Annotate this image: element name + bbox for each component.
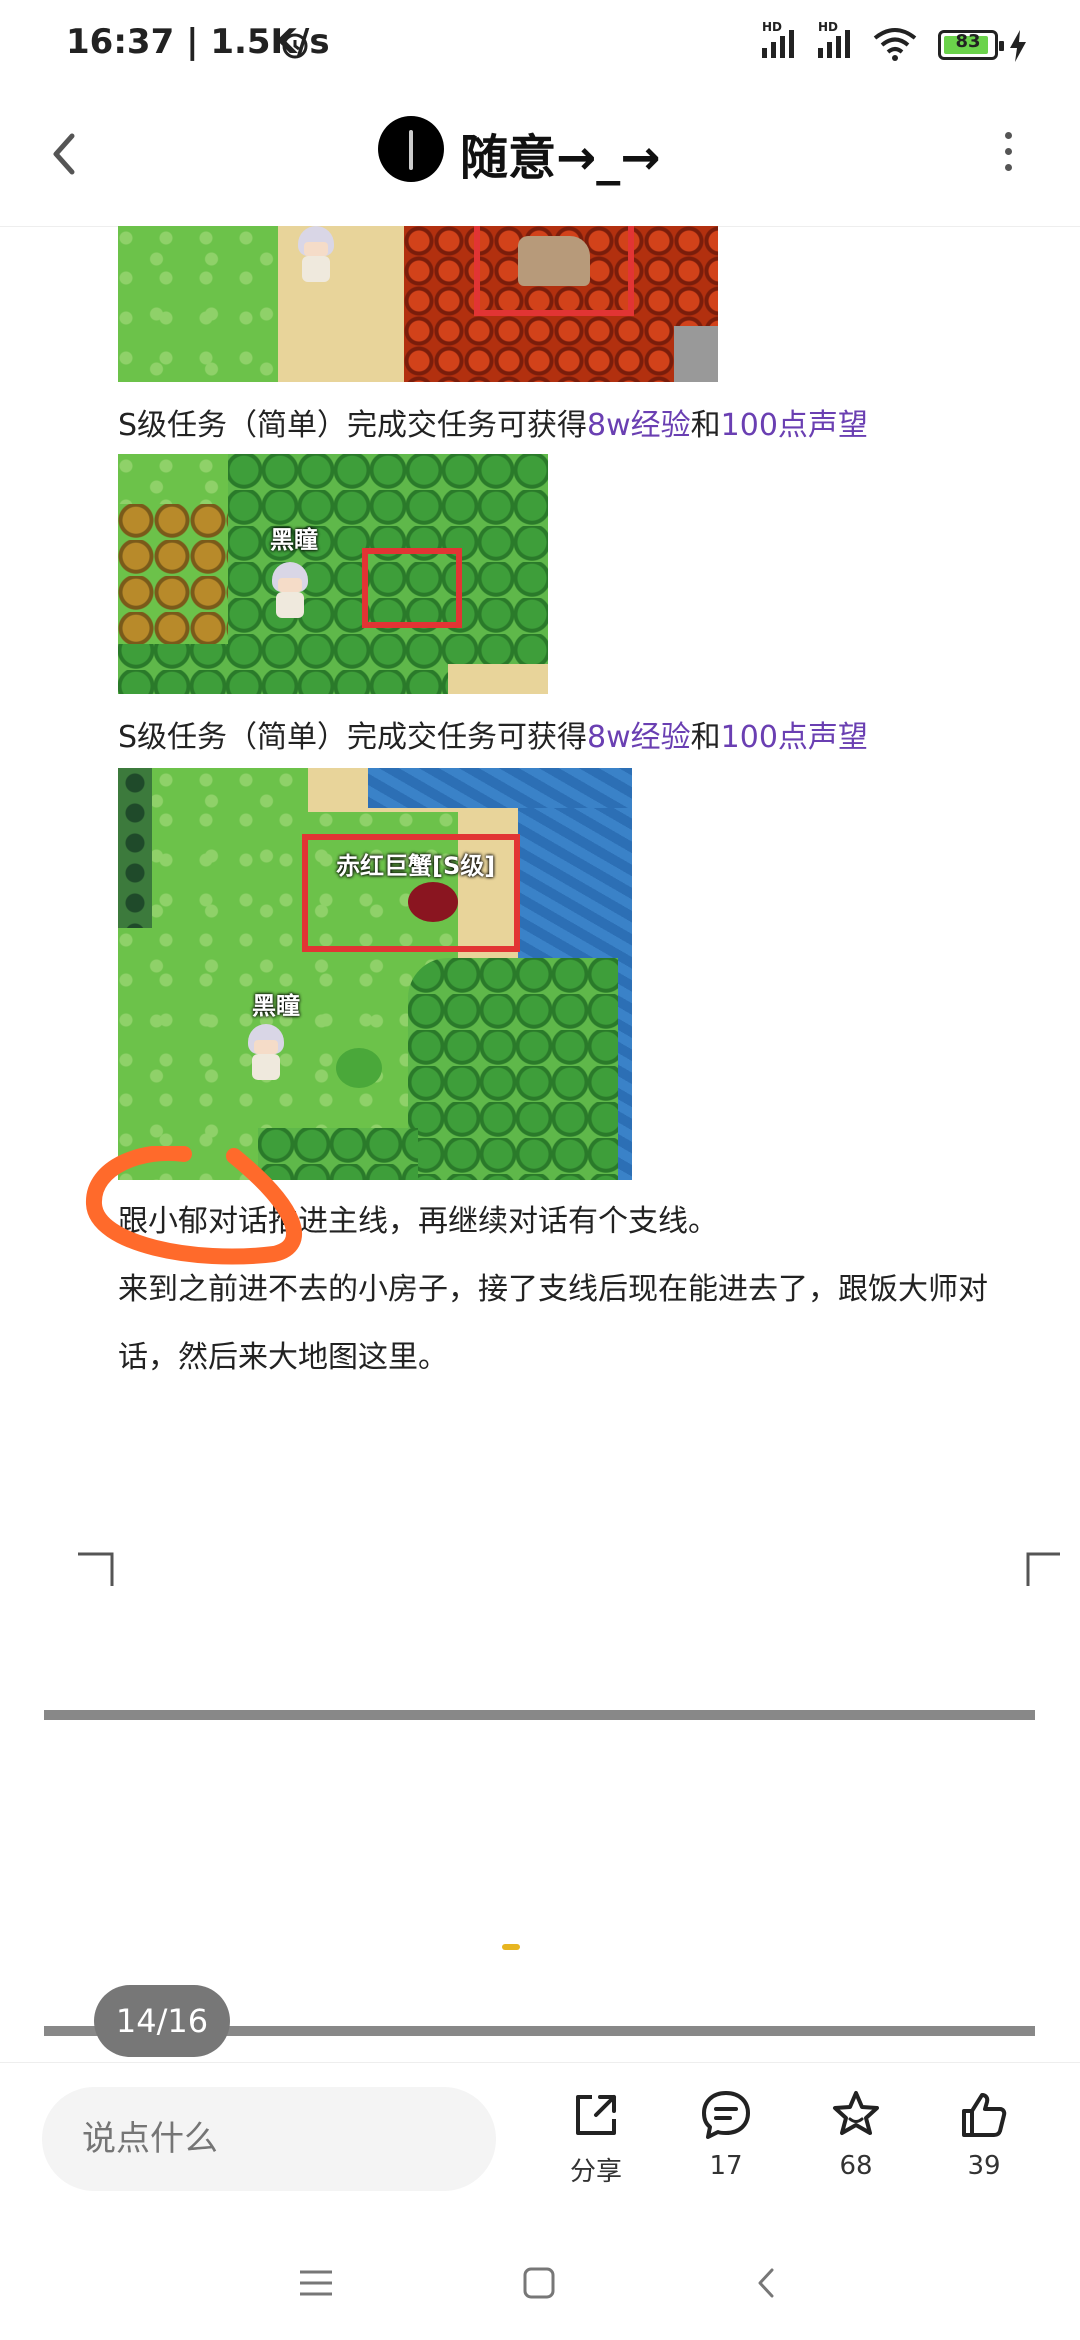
divider [44, 1710, 1035, 1720]
article-image-1 [118, 226, 718, 382]
share-button[interactable]: 分享 [546, 2087, 646, 2188]
share-label: 分享 [569, 2157, 622, 2187]
article-image-3: 赤红巨蟹[S级] 黑瞳 [118, 768, 632, 1180]
corner-marker-left [78, 1552, 114, 1586]
wifi-icon [873, 28, 917, 61]
comment-icon [702, 2091, 750, 2139]
system-nav-bar [0, 2212, 1080, 2340]
signal-hd-1-icon: HD [762, 20, 794, 58]
comment-input[interactable] [42, 2087, 496, 2191]
handdrawn-circle-annotation [86, 1146, 302, 1265]
signal-hd-2-icon: HD [818, 20, 850, 58]
npc-label: 黑瞳 [252, 992, 300, 1020]
favorites-count: 68 [839, 2151, 873, 2181]
avatar[interactable] [378, 116, 444, 182]
highlight-exp: 8w经验 [587, 408, 691, 443]
alarm-icon [282, 33, 308, 59]
star-icon [833, 2091, 879, 2135]
loading-dot [502, 1944, 520, 1950]
more-vertical-icon[interactable] [996, 128, 1020, 178]
back-nav-icon[interactable] [752, 2266, 782, 2300]
charging-icon [1010, 30, 1026, 62]
article-image-2: 黑瞳 [118, 454, 548, 694]
highlight-exp: 8w经验 [587, 720, 691, 755]
top-app-bar: 随意→_→ [0, 90, 1080, 227]
back-arrow-icon[interactable] [36, 124, 96, 184]
npc-label: 黑瞳 [270, 526, 318, 554]
article-caption-1: S级任务（简单）完成交任务可获得8w经验和100点声望 [118, 408, 868, 443]
comments-button[interactable]: 17 [676, 2087, 776, 2181]
favorite-button[interactable]: 68 [806, 2087, 906, 2181]
article-caption-2: S级任务（简单）完成交任务可获得8w经验和100点声望 [118, 720, 868, 755]
status-bar: 16:37 | 1.5K/s HD HD 83 [0, 0, 1080, 90]
battery-level: 83 [955, 31, 981, 52]
menu-icon[interactable] [298, 2268, 334, 2298]
page-indicator: 14/16 [94, 1985, 230, 2057]
thumbs-up-icon [962, 2093, 1007, 2137]
highlight-reputation: 100点声望 [720, 720, 868, 755]
bottom-action-bar: 分享 17 68 39 [0, 2062, 1080, 2213]
comments-count: 17 [709, 2151, 743, 2181]
likes-count: 39 [967, 2151, 1001, 2181]
like-button[interactable]: 39 [934, 2087, 1034, 2181]
enemy-label: 赤红巨蟹[S级] [336, 852, 496, 880]
home-icon[interactable] [522, 2266, 556, 2300]
battery-icon: 83 [938, 30, 1004, 60]
highlight-reputation: 100点声望 [720, 408, 868, 443]
page-title: 随意→_→ [460, 130, 661, 186]
share-icon [576, 2095, 616, 2135]
corner-marker-right [1026, 1552, 1060, 1586]
